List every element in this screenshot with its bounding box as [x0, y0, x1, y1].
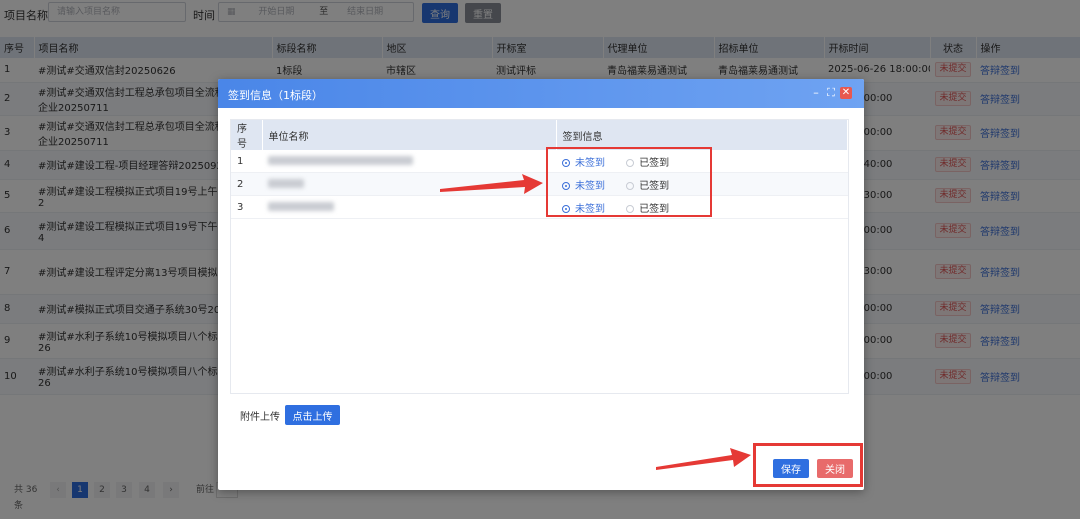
table-row: 1 未签到 已签到 — [231, 150, 848, 173]
dialog-title: 签到信息（1标段） — [228, 89, 323, 102]
row-index: 1 — [231, 150, 262, 173]
unit-name-redacted — [262, 195, 556, 219]
attachment-label: 附件上传 — [240, 412, 280, 423]
signin-table: 序号 单位名称 签到信息 1 未签到 已签到 2 未签到 已签到 3 未签到 已… — [231, 120, 848, 219]
unit-name-redacted — [262, 150, 556, 173]
dialog-header: 签到信息（1标段） – ⛶ ✕ — [218, 79, 864, 108]
row-index: 3 — [231, 195, 262, 219]
col-header: 序号 — [231, 120, 263, 150]
close-icon[interactable]: ✕ — [840, 87, 852, 99]
maximize-icon[interactable]: ⛶ — [825, 87, 837, 99]
signin-table-wrap: 序号 单位名称 签到信息 1 未签到 已签到 2 未签到 已签到 3 未签到 已… — [230, 119, 849, 394]
arrow-icon — [656, 448, 751, 470]
highlight-box-buttons — [753, 443, 863, 487]
col-header: 签到信息 — [556, 120, 848, 150]
col-header: 单位名称 — [262, 120, 557, 150]
signin-dialog: 签到信息（1标段） – ⛶ ✕ 序号 单位名称 签到信息 1 未签到 已签到 2… — [218, 79, 864, 490]
minimize-icon[interactable]: – — [810, 87, 822, 99]
arrow-icon — [440, 174, 543, 194]
upload-button[interactable]: 点击上传 — [285, 405, 340, 425]
signin-header-row: 序号 单位名称 签到信息 — [231, 120, 848, 150]
table-row: 3 未签到 已签到 — [231, 195, 848, 219]
highlight-box-signin — [546, 147, 712, 217]
row-index: 2 — [231, 172, 262, 196]
